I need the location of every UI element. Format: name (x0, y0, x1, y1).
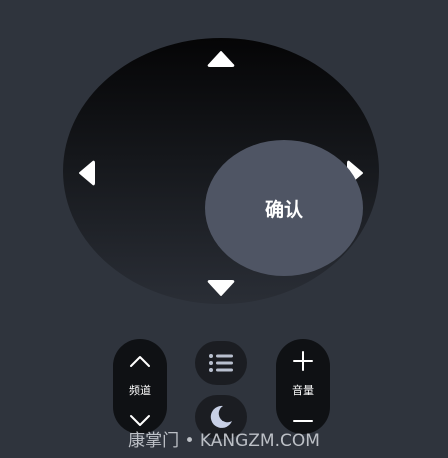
svg-text:z: z (225, 413, 228, 418)
triangle-down-icon (207, 280, 235, 296)
watermark: 康掌门 • KANGZM.COM (128, 431, 320, 451)
dpad-left-button[interactable] (77, 160, 97, 186)
triangle-up-icon (207, 51, 235, 67)
menu-button[interactable] (195, 341, 247, 385)
dpad-down-button[interactable] (206, 278, 236, 298)
channel-label: 频道 (129, 384, 151, 397)
ok-label: 确认 (264, 198, 303, 221)
channel-up-button[interactable] (113, 345, 167, 377)
ok-button[interactable]: 确认 (205, 140, 363, 276)
volume-label: 音量 (292, 384, 314, 397)
chevron-up-icon (130, 356, 150, 367)
direction-pad: 确认 (63, 38, 379, 304)
dpad-up-button[interactable] (206, 49, 236, 69)
volume-control: 音量 (276, 339, 330, 434)
volume-up-button[interactable] (276, 345, 330, 377)
plus-icon (293, 351, 313, 371)
triangle-left-icon (79, 160, 95, 186)
list-icon (209, 354, 233, 372)
channel-control: 频道 (113, 339, 167, 434)
